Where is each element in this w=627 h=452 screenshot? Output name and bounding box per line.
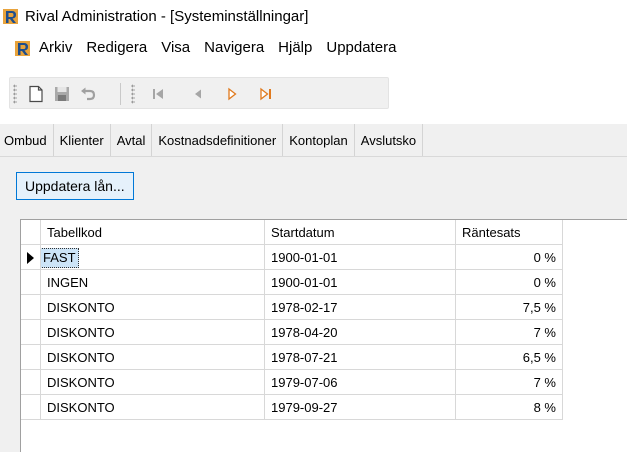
row-selector[interactable] bbox=[21, 245, 41, 270]
cell-rantesats[interactable]: 7 % bbox=[456, 320, 563, 345]
rival-logo-icon bbox=[3, 8, 18, 24]
new-document-button[interactable] bbox=[24, 82, 48, 106]
cell-tabellkod[interactable]: DISKONTO bbox=[41, 295, 265, 320]
table-row[interactable]: DISKONTO 1979-07-06 7 % bbox=[21, 370, 627, 395]
tab-content: Uppdatera lån... Tabellkod Startdatum Rä… bbox=[0, 157, 627, 452]
last-record-icon bbox=[260, 87, 271, 101]
cell-rantesats[interactable]: 8 % bbox=[456, 395, 563, 420]
cell-tabellkod[interactable]: DISKONTO bbox=[41, 370, 265, 395]
next-record-icon bbox=[228, 87, 237, 101]
cell-rantesats[interactable]: 7,5 % bbox=[456, 295, 563, 320]
menu-navigera[interactable]: Navigera bbox=[197, 34, 271, 62]
tab-kostnadsdefinitioner[interactable]: Kostnadsdefinitioner bbox=[152, 124, 284, 156]
row-selector[interactable] bbox=[21, 270, 41, 295]
cell-tabellkod[interactable]: DISKONTO bbox=[41, 320, 265, 345]
cell-startdatum[interactable]: 1900-01-01 bbox=[265, 270, 456, 295]
save-button[interactable] bbox=[50, 82, 74, 106]
tab-klienter[interactable]: Klienter bbox=[54, 124, 111, 156]
toolstrip-grip-2[interactable] bbox=[131, 84, 135, 104]
selected-cell-text: FAST bbox=[41, 248, 79, 268]
cell-tabellkod[interactable]: DISKONTO bbox=[41, 395, 265, 420]
toolbar bbox=[0, 64, 627, 124]
cell-rantesats[interactable]: 7 % bbox=[456, 370, 563, 395]
header-row-selector[interactable] bbox=[21, 220, 41, 245]
window-title: Rival Administration - [Systeminställnin… bbox=[25, 7, 309, 25]
tab-ombud[interactable]: Ombud bbox=[0, 124, 54, 156]
first-record-button[interactable] bbox=[146, 82, 170, 106]
undo-icon bbox=[81, 87, 96, 101]
menu-bar: Arkiv Redigera Visa Navigera Hjälp Uppda… bbox=[0, 32, 627, 64]
menu-visa[interactable]: Visa bbox=[154, 34, 197, 62]
save-icon bbox=[55, 87, 69, 101]
title-bar: Rival Administration - [Systeminställnin… bbox=[0, 0, 627, 32]
toolstrip-grip[interactable] bbox=[13, 84, 17, 104]
new-document-icon bbox=[29, 85, 43, 103]
grid-header: Tabellkod Startdatum Räntesats bbox=[21, 220, 627, 245]
column-header-tabellkod[interactable]: Tabellkod bbox=[41, 220, 265, 245]
row-selector[interactable] bbox=[21, 295, 41, 320]
table-row[interactable]: DISKONTO 1978-04-20 7 % bbox=[21, 320, 627, 345]
menu-hjalp[interactable]: Hjälp bbox=[271, 34, 319, 62]
mdi-child-logo-icon[interactable] bbox=[14, 40, 31, 57]
toolbar-separator bbox=[120, 83, 121, 105]
cell-rantesats[interactable]: 6,5 % bbox=[456, 345, 563, 370]
first-record-icon bbox=[153, 89, 163, 99]
next-record-button[interactable] bbox=[220, 82, 244, 106]
cell-startdatum[interactable]: 1900-01-01 bbox=[265, 245, 456, 270]
column-header-startdatum[interactable]: Startdatum bbox=[265, 220, 456, 245]
cell-startdatum[interactable]: 1978-02-17 bbox=[265, 295, 456, 320]
cell-startdatum[interactable]: 1979-09-27 bbox=[265, 395, 456, 420]
table-row[interactable]: DISKONTO 1979-09-27 8 % bbox=[21, 395, 627, 420]
row-selector[interactable] bbox=[21, 320, 41, 345]
tab-avtal[interactable]: Avtal bbox=[111, 124, 153, 156]
cell-tabellkod[interactable]: DISKONTO bbox=[41, 345, 265, 370]
cell-tabellkod[interactable]: FAST bbox=[41, 245, 265, 270]
tab-strip: Ombud Klienter Avtal Kostnadsdefinitione… bbox=[0, 124, 627, 157]
previous-record-icon bbox=[195, 89, 201, 99]
toolstrip bbox=[9, 77, 389, 109]
undo-button[interactable] bbox=[76, 82, 100, 106]
cell-rantesats[interactable]: 0 % bbox=[456, 270, 563, 295]
cell-startdatum[interactable]: 1979-07-06 bbox=[265, 370, 456, 395]
cell-startdatum[interactable]: 1978-07-21 bbox=[265, 345, 456, 370]
last-record-button[interactable] bbox=[254, 82, 278, 106]
column-header-rantesats[interactable]: Räntesats bbox=[456, 220, 563, 245]
menu-arkiv[interactable]: Arkiv bbox=[39, 34, 79, 62]
row-selector[interactable] bbox=[21, 345, 41, 370]
table-row[interactable]: DISKONTO 1978-07-21 6,5 % bbox=[21, 345, 627, 370]
update-loans-button[interactable]: Uppdatera lån... bbox=[16, 172, 134, 200]
previous-record-button[interactable] bbox=[186, 82, 210, 106]
interest-rate-grid[interactable]: Tabellkod Startdatum Räntesats FAST 1900… bbox=[20, 219, 627, 452]
table-row[interactable]: FAST 1900-01-01 0 % bbox=[21, 245, 627, 270]
cell-rantesats[interactable]: 0 % bbox=[456, 245, 563, 270]
current-row-arrow-icon bbox=[27, 252, 34, 264]
menu-redigera[interactable]: Redigera bbox=[79, 34, 154, 62]
cell-startdatum[interactable]: 1978-04-20 bbox=[265, 320, 456, 345]
table-row[interactable]: DISKONTO 1978-02-17 7,5 % bbox=[21, 295, 627, 320]
menu-uppdatera[interactable]: Uppdatera bbox=[319, 34, 403, 62]
row-selector[interactable] bbox=[21, 370, 41, 395]
cell-tabellkod[interactable]: INGEN bbox=[41, 270, 265, 295]
row-selector[interactable] bbox=[21, 395, 41, 420]
table-row[interactable]: INGEN 1900-01-01 0 % bbox=[21, 270, 627, 295]
tab-kontoplan[interactable]: Kontoplan bbox=[283, 124, 355, 156]
tab-avslutskoder[interactable]: Avslutsko bbox=[355, 124, 424, 156]
